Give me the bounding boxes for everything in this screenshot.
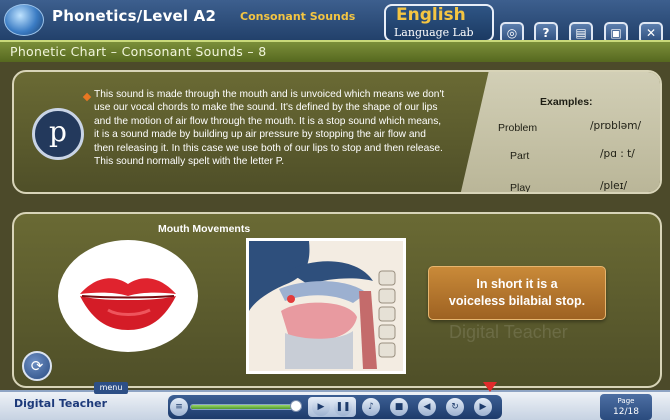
menu-button[interactable]: menu <box>94 382 128 394</box>
page-label: Page <box>617 397 635 405</box>
section-heading-bar: Phonetic Chart – Consonant Sounds – 8 <box>0 40 670 62</box>
media-controls: ≡ ▶ ❚❚ ♪ ■ ◀ ↻ ▶ <box>168 395 502 419</box>
close-icon: ✕ <box>645 26 657 40</box>
dictionary-icon: ▣ <box>610 26 622 40</box>
previous-icon: ◀ <box>423 402 431 412</box>
summary-line1: In short it is a <box>476 277 558 291</box>
examples-title: Examples: <box>540 96 593 108</box>
refresh-icon: ↻ <box>451 402 459 412</box>
stop-icon: ■ <box>394 402 404 412</box>
brand-line2: Language Lab <box>394 26 474 39</box>
mouth-movements-panel: Mouth Movements In short it is a voicele… <box>12 212 662 388</box>
module-title: Phonetics/Level A2 <box>52 7 217 25</box>
next-button[interactable]: ▶ <box>474 398 492 416</box>
playlist-button[interactable]: ≡ <box>170 398 188 416</box>
brand-logo: English Language Lab <box>384 4 494 42</box>
next-indicator-icon <box>483 382 497 392</box>
headphones-icon: ◎ <box>506 26 518 40</box>
vocal-tract-diagram <box>246 238 406 374</box>
progress-handle[interactable] <box>290 400 303 412</box>
bottom-toolbar: menu Digital Teacher ≡ ▶ ❚❚ ♪ ■ ◀ ↻ ▶ Pa… <box>0 382 670 420</box>
mouth-movements-title: Mouth Movements <box>158 223 251 235</box>
pause-icon: ❚❚ <box>334 398 352 416</box>
sound-info-panel: p This sound is made through the mouth a… <box>12 70 662 194</box>
example-ipa: /pleɪ/ <box>600 180 628 192</box>
lips-icon <box>80 278 176 330</box>
progress-fill <box>191 405 296 409</box>
refresh-button[interactable]: ↻ <box>446 398 464 416</box>
example-word: Problem <box>498 122 538 134</box>
section-heading: Phonetic Chart – Consonant Sounds – 8 <box>10 44 267 59</box>
lips-illustration <box>58 240 198 352</box>
replay-button[interactable]: ⟳ <box>22 351 52 381</box>
bullet-icon <box>82 92 92 102</box>
top-bar: Phonetics/Level A2 Consonant Sounds Engl… <box>0 0 670 44</box>
examples-panel: Examples: Problem /prɒbləm/ Part /pɑ : t… <box>460 72 660 194</box>
sound-description: This sound is made through the mouth and… <box>94 89 445 168</box>
summary-card: In short it is a voiceless bilabial stop… <box>428 266 606 320</box>
progress-track[interactable] <box>190 404 302 410</box>
summary-line2: voiceless bilabial stop. <box>448 294 586 308</box>
page-indicator: Page 12/18 <box>600 394 652 420</box>
digital-teacher-logo: Digital Teacher <box>14 397 107 410</box>
previous-button[interactable]: ◀ <box>418 398 436 416</box>
example-ipa: /prɒbləm/ <box>590 120 641 132</box>
example-word: Part <box>510 150 530 162</box>
next-icon: ▶ <box>479 402 487 412</box>
play-pause-control[interactable]: ▶ ❚❚ <box>308 397 356 417</box>
notes-icon: ▤ <box>575 26 587 40</box>
vocal-tract-icon <box>249 241 403 371</box>
stop-button[interactable]: ■ <box>390 398 408 416</box>
phoneme-symbol: p <box>32 108 84 160</box>
help-icon: ? <box>542 26 550 40</box>
topic-label: Consonant Sounds <box>240 10 356 23</box>
main-area: p This sound is made through the mouth a… <box>0 62 670 390</box>
playlist-icon: ≡ <box>175 402 183 412</box>
brand-line1: English <box>396 5 466 25</box>
volume-icon: ♪ <box>368 402 374 412</box>
page-number: 12/18 <box>613 407 639 417</box>
example-word: Play <box>510 182 531 194</box>
replay-icon: ⟳ <box>30 357 44 375</box>
volume-button[interactable]: ♪ <box>362 398 380 416</box>
globe-icon <box>4 4 44 36</box>
play-icon: ▶ <box>312 398 330 416</box>
watermark-text: Digital Teacher <box>449 322 568 342</box>
example-ipa: /pɑ : t/ <box>600 148 635 160</box>
